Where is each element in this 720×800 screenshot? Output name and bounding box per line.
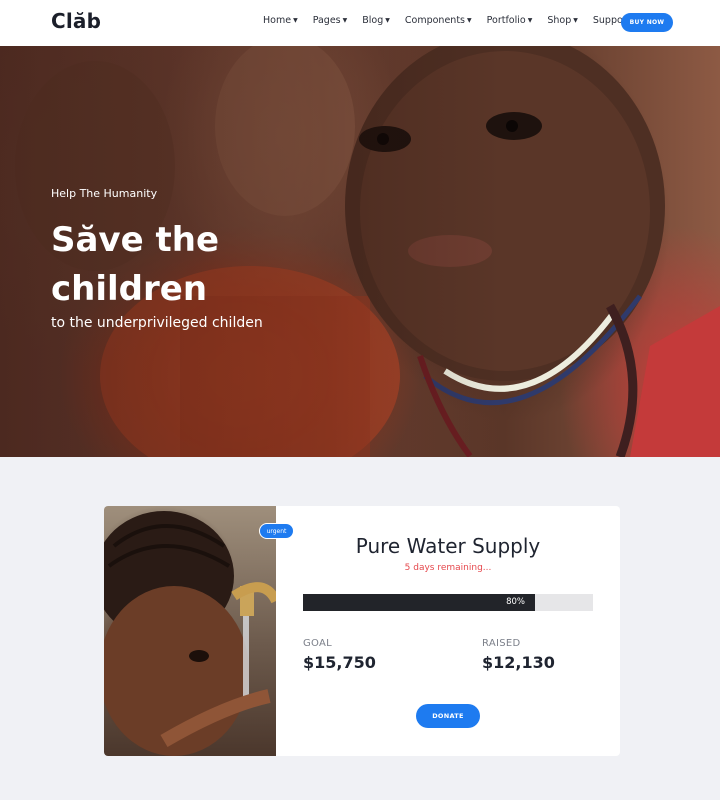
urgent-badge: urgent [259,523,294,539]
campaign-remaining: 5 days remaining... [404,563,492,573]
nav-item-label: Components [404,15,465,26]
raised-value: $12,130 [482,653,555,672]
chevron-down-icon: ▼ [385,17,390,24]
donate-button[interactable]: DONATE [416,704,480,728]
nav-item-label: Pages [312,15,341,26]
nav-item-label: Home [263,15,292,26]
chevron-down-icon: ▼ [293,17,298,24]
buy-now-button[interactable]: BUY NOW [621,13,673,32]
progress-fill: 80% [303,594,535,611]
chevron-down-icon: ▼ [527,17,533,24]
nav-item-shop[interactable]: Shop ▼ [547,15,578,26]
nav-item-label: Shop [547,15,572,26]
goal-value: $15,750 [303,653,376,672]
nav-item-portfolio[interactable]: Portfolio ▼ [487,15,533,26]
nav-item-blog[interactable]: Blog ▼ [362,15,390,26]
progress-label: 80% [506,597,525,607]
logo[interactable]: Clăb [51,9,101,33]
chevron-down-icon: ▼ [573,17,578,24]
chevron-down-icon: ▼ [467,17,472,24]
campaign-photo [104,506,276,756]
campaign-photo-art [104,511,276,756]
campaign-title[interactable]: Pure Water Supply [276,534,620,558]
nav-item-label: Blog [362,15,384,26]
site-header: Clăb Home ▼ Pages ▼ Blog ▼ Components ▼ … [0,0,720,46]
hero-subtitle: to the underprivileged childen [51,315,263,331]
chevron-down-icon: ▼ [342,17,348,24]
progress-bar: 80% [303,594,593,611]
hero-banner: Help The Humanity Săve the children to t… [0,46,720,457]
campaign-card: Pure Water Supply 5 days remaining... 80… [104,506,620,756]
nav-item-label: Portfolio [486,15,526,26]
hero-eyebrow: Help The Humanity [51,187,158,200]
nav-item-pages[interactable]: Pages ▼ [313,15,348,26]
raised-label: RAISED [482,638,521,649]
main-nav: Home ▼ Pages ▼ Blog ▼ Components ▼ Portf… [263,15,652,26]
nav-item-components[interactable]: Components ▼ [405,15,472,26]
hero-title: Săve the children [51,220,220,309]
goal-label: GOAL [303,638,333,649]
nav-item-home[interactable]: Home ▼ [263,15,298,26]
